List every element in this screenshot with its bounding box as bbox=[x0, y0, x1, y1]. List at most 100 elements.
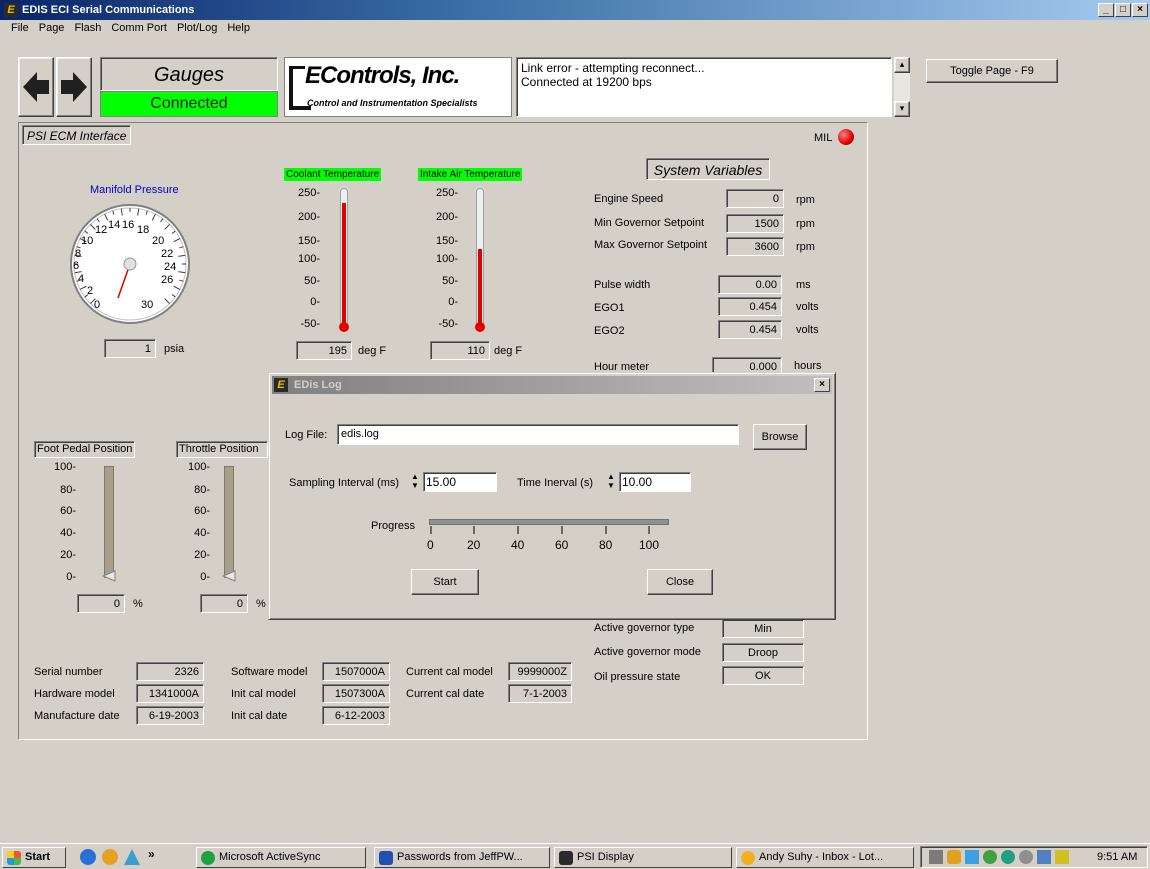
taskbar-item-passwords[interactable]: Passwords from JeffPW... bbox=[374, 847, 550, 868]
message-box: Link error - attempting reconnect... Con… bbox=[516, 57, 892, 117]
sampling-spinner-icon[interactable]: ▲ ▼ bbox=[411, 472, 421, 492]
menu-plot-log[interactable]: Plot/Log bbox=[172, 20, 222, 38]
sysvar-unit: ms bbox=[796, 279, 811, 291]
tray-icon-pen[interactable] bbox=[1055, 850, 1069, 864]
menu-comm-port[interactable]: Comm Port bbox=[106, 20, 172, 38]
taskbar-item-psi-display[interactable]: PSI Display bbox=[554, 847, 732, 868]
dial-number: 8 bbox=[75, 248, 81, 260]
active-governor-type-value: Min bbox=[722, 619, 804, 638]
time-spinner-icon[interactable]: ▲ ▼ bbox=[607, 472, 617, 492]
lotus-notes-icon bbox=[741, 851, 755, 865]
tray-icon-messenger[interactable] bbox=[965, 850, 979, 864]
menu-file[interactable]: File bbox=[6, 20, 34, 38]
manifold-pressure-unit: psia bbox=[164, 343, 185, 355]
toggle-page-button[interactable]: Toggle Page - F9 bbox=[926, 59, 1058, 83]
tick-label: 200- bbox=[297, 211, 320, 223]
tick-label: 200- bbox=[435, 211, 458, 223]
scroll-down-icon[interactable]: ▾ bbox=[894, 101, 910, 117]
tray-icon-sync[interactable] bbox=[983, 850, 997, 864]
browse-button[interactable]: Browse bbox=[753, 424, 807, 450]
close-button[interactable]: Close bbox=[647, 569, 713, 595]
init-cal-date-value: 6-12-2003 bbox=[322, 706, 390, 725]
intake-level-bar bbox=[478, 248, 482, 325]
throttle-slider-icon[interactable] bbox=[222, 570, 236, 582]
chevron-right-icon[interactable]: » bbox=[148, 847, 155, 861]
tick-label: 100- bbox=[297, 253, 320, 265]
outlook-icon[interactable] bbox=[102, 849, 118, 865]
start-menu-button[interactable]: Start bbox=[2, 847, 66, 868]
forward-button[interactable] bbox=[56, 57, 92, 117]
tick-label: 100- bbox=[53, 461, 76, 473]
coolant-thermometer bbox=[340, 188, 348, 326]
scroll-up-icon[interactable]: ▴ bbox=[894, 57, 910, 73]
tick-label: 80- bbox=[60, 484, 76, 496]
time-interval-label: Time Inerval (s) bbox=[517, 477, 593, 489]
tick-label: 60- bbox=[194, 505, 210, 517]
tick-label: 50- bbox=[442, 275, 458, 287]
tray-icon-update[interactable] bbox=[1001, 850, 1015, 864]
info-label: Init cal model bbox=[231, 688, 296, 700]
menu-bar: File Page Flash Comm Port Plot/Log Help bbox=[0, 20, 1150, 38]
system-variables-title: System Variables bbox=[646, 158, 770, 180]
start-button[interactable]: Start bbox=[411, 569, 479, 595]
manifold-pressure-label: Manifold Pressure bbox=[90, 184, 179, 196]
governor-label: Active governor type bbox=[594, 622, 695, 634]
tick-label: 0- bbox=[310, 296, 320, 308]
launcher-icon[interactable] bbox=[124, 849, 140, 865]
sysvar-label: EGO1 bbox=[594, 302, 625, 314]
menu-help[interactable]: Help bbox=[222, 20, 255, 38]
manifold-pressure-value: 1 bbox=[104, 339, 156, 358]
log-dialog: E EDis Log × Log File: edis.log Browse S… bbox=[268, 372, 836, 620]
taskbar-item-activesync[interactable]: Microsoft ActiveSync bbox=[196, 847, 366, 868]
taskbar-item-label: Microsoft ActiveSync bbox=[219, 851, 321, 863]
log-dialog-title-bar: E EDis Log × bbox=[272, 376, 832, 394]
active-governor-mode-value: Droop bbox=[722, 643, 804, 662]
log-dialog-close-icon[interactable]: × bbox=[814, 378, 830, 392]
time-interval-input[interactable]: 10.00 bbox=[619, 472, 691, 492]
dial-number: 12 bbox=[95, 224, 107, 236]
tray-icon-security[interactable] bbox=[947, 850, 961, 864]
progress-ticks bbox=[430, 526, 650, 534]
progress-tick-label: 80 bbox=[599, 538, 613, 552]
page-title: Gauges bbox=[100, 57, 278, 91]
mil-label: MIL bbox=[814, 132, 833, 144]
throttle-position-label: Throttle Position bbox=[176, 441, 268, 458]
window-title: EDIS ECI Serial Communications bbox=[22, 4, 195, 16]
dial-number: 6 bbox=[73, 260, 79, 272]
dial-number: 16 bbox=[122, 219, 134, 231]
sysvar-unit: rpm bbox=[796, 194, 815, 206]
clock: 9:51 AM bbox=[1097, 851, 1138, 863]
tray-icon-display[interactable] bbox=[1037, 850, 1051, 864]
foot-pedal-slider-icon[interactable] bbox=[102, 570, 116, 582]
back-button[interactable] bbox=[18, 57, 54, 117]
dial-number: 22 bbox=[161, 248, 173, 260]
maximize-button[interactable]: □ bbox=[1115, 3, 1131, 17]
ego1-value: 0.454 bbox=[718, 297, 782, 316]
close-button[interactable]: × bbox=[1132, 3, 1148, 17]
throttle-bar bbox=[224, 466, 234, 578]
tick-label: 20- bbox=[194, 549, 210, 561]
minimize-button[interactable]: _ bbox=[1098, 3, 1114, 17]
progress-tick-label: 20 bbox=[467, 538, 481, 552]
intake-thermometer bbox=[476, 188, 484, 326]
serial-number-value: 2326 bbox=[136, 662, 204, 681]
dial-number: 30 bbox=[141, 299, 153, 311]
sampling-interval-label: Sampling Interval (ms) bbox=[289, 477, 400, 489]
message-scrollbar[interactable]: ▴ ▾ bbox=[894, 57, 910, 117]
manufacture-date-value: 6-19-2003 bbox=[136, 706, 204, 725]
progress-tick-label: 60 bbox=[555, 538, 569, 552]
connection-status: Connected bbox=[100, 91, 278, 117]
sampling-interval-input[interactable]: 15.00 bbox=[423, 472, 497, 492]
tick-label: 20- bbox=[60, 549, 76, 561]
taskbar-item-inbox[interactable]: Andy Suhy - Inbox - Lot... bbox=[736, 847, 914, 868]
info-label: Current cal model bbox=[406, 666, 493, 678]
internet-explorer-icon[interactable] bbox=[80, 849, 96, 865]
tray-icon-volume[interactable] bbox=[1019, 850, 1033, 864]
coolant-temperature-label: Coolant Temperature bbox=[284, 168, 382, 181]
menu-flash[interactable]: Flash bbox=[69, 20, 106, 38]
menu-page[interactable]: Page bbox=[34, 20, 70, 38]
log-file-input[interactable]: edis.log bbox=[337, 424, 739, 445]
log-dialog-icon: E bbox=[274, 378, 288, 392]
left-arrow-icon bbox=[23, 72, 49, 102]
tray-icon-network[interactable] bbox=[929, 850, 943, 864]
